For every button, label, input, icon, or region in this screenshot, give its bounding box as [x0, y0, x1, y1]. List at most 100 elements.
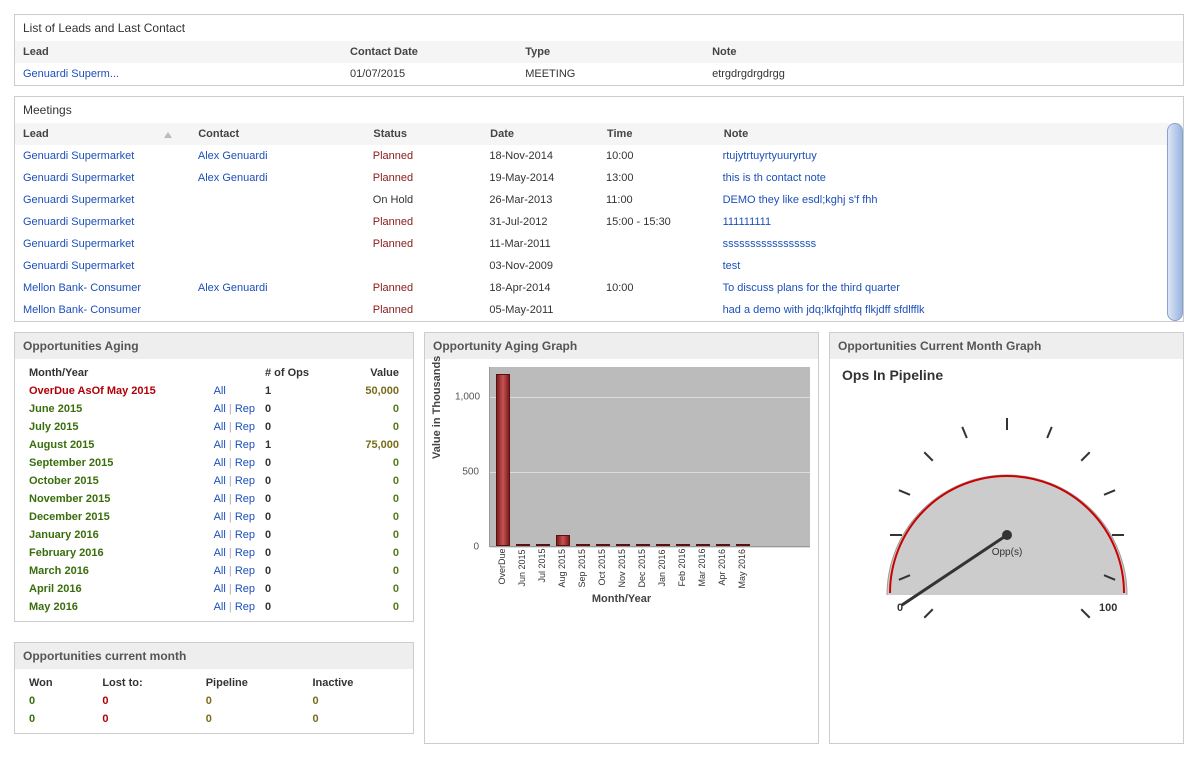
xtick: Feb 2016	[675, 549, 689, 589]
bar[interactable]	[636, 544, 650, 546]
all-link[interactable]: All	[214, 583, 226, 595]
col-time[interactable]: Time	[599, 123, 716, 145]
rep-link[interactable]: Rep	[235, 475, 255, 487]
bar[interactable]	[596, 544, 610, 546]
ops: 0	[261, 581, 331, 597]
all-link[interactable]: All	[214, 493, 226, 505]
links: All	[210, 383, 259, 399]
bar[interactable]	[536, 544, 550, 546]
table-row: September 2015All | Rep00	[25, 455, 403, 471]
meetings-panel: Meetings Lead Contact Status Date Time N…	[14, 96, 1184, 322]
bar[interactable]	[716, 544, 730, 546]
bar[interactable]	[676, 544, 690, 546]
col-lost: Lost to:	[94, 675, 195, 691]
rep-link[interactable]: Rep	[235, 601, 255, 613]
note-link[interactable]: rtujytrtuyrtyuuryrtuy	[723, 150, 817, 162]
note-link[interactable]: had a demo with jdq;lkfqjhtfq flkjdff sf…	[723, 304, 925, 316]
bar[interactable]	[656, 544, 670, 546]
contact-link[interactable]: Alex Genuardi	[198, 172, 268, 184]
bar[interactable]	[736, 544, 750, 546]
lead-link[interactable]: Genuardi Supermarket	[23, 172, 134, 184]
panel-title: Opportunities Aging	[15, 333, 413, 359]
note-link[interactable]: test	[723, 260, 741, 272]
all-link[interactable]: All	[214, 601, 226, 613]
value: 0	[333, 509, 403, 525]
value: 0	[333, 563, 403, 579]
all-link[interactable]: All	[214, 457, 226, 469]
value: 0	[333, 491, 403, 507]
lead-link[interactable]: Genuardi Supermarket	[23, 238, 134, 250]
col-note[interactable]: Note	[716, 123, 1183, 145]
rep-link[interactable]: Rep	[235, 511, 255, 523]
ops: 0	[261, 455, 331, 471]
value: 0	[333, 401, 403, 417]
lead-link[interactable]: Genuardi Superm...	[23, 68, 119, 80]
note-link[interactable]: DEMO they like esdl;kghj s'f fhh	[723, 194, 878, 206]
col-type[interactable]: Type	[517, 41, 704, 63]
ops: 1	[261, 437, 331, 453]
rep-link[interactable]: Rep	[235, 457, 255, 469]
bar[interactable]	[576, 544, 590, 546]
rep-link[interactable]: Rep	[235, 421, 255, 433]
col-note[interactable]: Note	[704, 41, 1183, 63]
rep-link[interactable]: Rep	[235, 529, 255, 541]
lead-link[interactable]: Genuardi Supermarket	[23, 216, 134, 228]
rep-link[interactable]: Rep	[235, 565, 255, 577]
scrollbar[interactable]	[1167, 123, 1183, 321]
table-row: October 2015All | Rep00	[25, 473, 403, 489]
rep-link[interactable]: Rep	[235, 493, 255, 505]
rep-link[interactable]: Rep	[235, 403, 255, 415]
note-link[interactable]: To discuss plans for the third quarter	[723, 282, 900, 294]
rep-link[interactable]: Rep	[235, 439, 255, 451]
xtick: OverDue	[495, 549, 509, 589]
xtick: Sep 2015	[575, 549, 589, 589]
all-link[interactable]: All	[214, 511, 226, 523]
rep-link[interactable]: Rep	[235, 547, 255, 559]
ops: 0	[261, 599, 331, 615]
lead-link[interactable]: Mellon Bank- Consumer	[23, 282, 141, 294]
bar[interactable]	[616, 544, 630, 546]
all-link[interactable]: All	[214, 403, 226, 415]
table-row: Genuardi Superm...01/07/2015MEETINGetrgd…	[15, 63, 1183, 85]
lead-link[interactable]: Genuardi Supermarket	[23, 260, 134, 272]
lead-link[interactable]: Genuardi Supermarket	[23, 194, 134, 206]
time: 13:00	[598, 167, 715, 189]
col-lead[interactable]: Lead	[15, 41, 342, 63]
value: 50,000	[333, 383, 403, 399]
contact-link[interactable]: Alex Genuardi	[198, 150, 268, 162]
month: May 2016	[25, 599, 208, 615]
panel-title: Opportunities Current Month Graph	[830, 333, 1183, 359]
chart-ylabel: Value in Thousands	[431, 356, 443, 459]
all-link[interactable]: All	[214, 529, 226, 541]
meetings-scroll[interactable]: Genuardi SupermarketAlex GenuardiPlanned…	[15, 145, 1183, 321]
contact-link[interactable]: Alex Genuardi	[198, 282, 268, 294]
aging-panel: Opportunities Aging Month/Year # of Ops …	[14, 332, 414, 622]
note-link[interactable]: 111111111	[723, 216, 772, 228]
bar[interactable]	[496, 374, 510, 547]
col-contact-date[interactable]: Contact Date	[342, 41, 517, 63]
chart-xlabel: Month/Year	[433, 589, 810, 605]
bar[interactable]	[556, 535, 570, 546]
bar[interactable]	[696, 544, 710, 546]
col-date[interactable]: Date	[482, 123, 599, 145]
all-link[interactable]: All	[214, 565, 226, 577]
col-lead[interactable]: Lead	[15, 123, 190, 145]
bar[interactable]	[516, 544, 530, 546]
all-link[interactable]: All	[214, 385, 226, 397]
note-link[interactable]: this is th contact note	[723, 172, 826, 184]
lead-link[interactable]: Mellon Bank- Consumer	[23, 304, 141, 316]
col-status[interactable]: Status	[365, 123, 482, 145]
lead-link[interactable]: Genuardi Supermarket	[23, 150, 134, 162]
rep-link[interactable]: Rep	[235, 583, 255, 595]
all-link[interactable]: All	[214, 439, 226, 451]
all-link[interactable]: All	[214, 475, 226, 487]
contact-date: 01/07/2015	[342, 63, 517, 85]
all-link[interactable]: All	[214, 421, 226, 433]
table-row: November 2015All | Rep00	[25, 491, 403, 507]
col-contact[interactable]: Contact	[190, 123, 365, 145]
all-link[interactable]: All	[214, 547, 226, 559]
value: 0	[333, 473, 403, 489]
xtick: Jan 2016	[655, 549, 669, 589]
status: On Hold	[365, 189, 482, 211]
note-link[interactable]: sssssssssssssssss	[723, 238, 817, 250]
